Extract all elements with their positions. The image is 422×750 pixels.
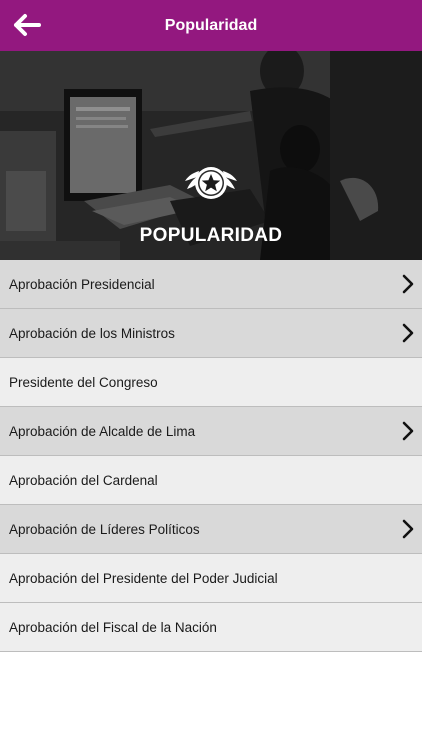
list-item-label: Aprobación de Alcalde de Lima <box>9 423 196 439</box>
star-badge-icon <box>185 167 237 199</box>
list-item-label: Presidente del Congreso <box>9 374 158 390</box>
list-item-label: Aprobación Presidencial <box>9 276 155 292</box>
hero-title: POPULARIDAD <box>139 225 283 246</box>
list-item-poder-judicial[interactable]: Aprobación del Presidente del Poder Judi… <box>0 554 422 603</box>
list-item-cardenal[interactable]: Aprobación del Cardenal <box>0 456 422 505</box>
hero-banner: POPULARIDAD <box>0 51 422 260</box>
chevron-right-icon <box>402 519 414 539</box>
page-title: Popularidad <box>164 17 258 34</box>
popularity-list: Aprobación Presidencial Aprobación de lo… <box>0 260 422 652</box>
list-item-label: Aprobación del Cardenal <box>9 472 158 488</box>
top-bar: Popularidad <box>0 0 422 51</box>
list-item-label: Aprobación del Fiscal de la Nación <box>9 619 217 635</box>
list-item-aprobacion-presidencial[interactable]: Aprobación Presidencial <box>0 260 422 309</box>
chevron-right-icon <box>402 274 414 294</box>
list-item-alcalde-lima[interactable]: Aprobación de Alcalde de Lima <box>0 407 422 456</box>
chevron-right-icon <box>402 323 414 343</box>
list-item-fiscal-nacion[interactable]: Aprobación del Fiscal de la Nación <box>0 603 422 652</box>
list-item-label: Aprobación del Presidente del Poder Judi… <box>9 570 278 586</box>
list-item-lideres-politicos[interactable]: Aprobación de Líderes Políticos <box>0 505 422 554</box>
list-item-label: Aprobación de los Ministros <box>9 325 175 341</box>
list-item-presidente-congreso[interactable]: Presidente del Congreso <box>0 358 422 407</box>
list-item-label: Aprobación de Líderes Políticos <box>9 521 200 537</box>
list-item-aprobacion-ministros[interactable]: Aprobación de los Ministros <box>0 309 422 358</box>
chevron-right-icon <box>402 421 414 441</box>
